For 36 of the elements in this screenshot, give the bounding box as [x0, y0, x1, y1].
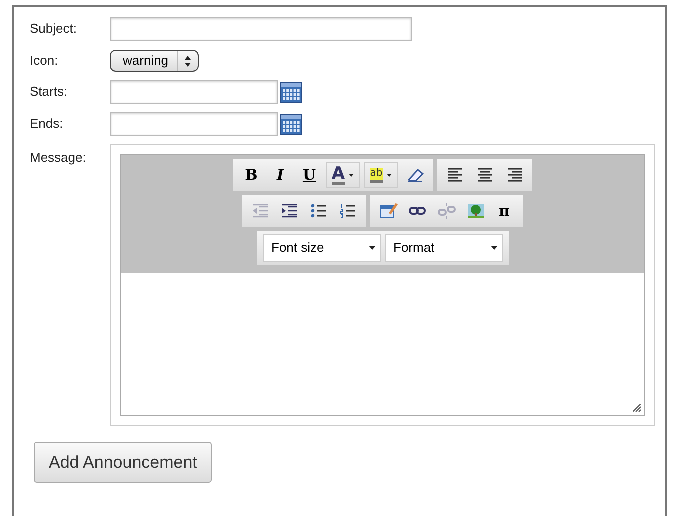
add-announcement-button[interactable]: Add Announcement	[34, 442, 212, 483]
eraser-icon	[406, 166, 424, 184]
caret-icon	[490, 246, 498, 250]
numbers-icon	[338, 202, 356, 220]
caret-icon	[368, 246, 376, 250]
date-field[interactable]	[110, 80, 278, 104]
format-dropdown[interactable]: Format	[384, 234, 502, 262]
field-label: Subject:	[30, 20, 78, 38]
bullets-icon	[310, 202, 328, 220]
bold-button[interactable]: B	[239, 162, 264, 188]
align-center-icon	[476, 166, 494, 184]
caret-icon	[349, 174, 354, 176]
date-field[interactable]	[110, 112, 278, 136]
highlight-button[interactable]: ab	[364, 162, 398, 188]
caret-icon	[386, 174, 392, 176]
symbol-button[interactable]: π	[492, 198, 517, 224]
icon-select[interactable]: warning	[110, 50, 199, 72]
image-icon	[466, 202, 484, 220]
font-size-dropdown[interactable]: Font size	[262, 234, 380, 262]
underline-button[interactable]: U	[297, 162, 322, 188]
field-label: Ends:	[30, 115, 64, 134]
field-label: Icon:	[30, 52, 60, 70]
table-icon	[380, 202, 398, 220]
indent-icon	[280, 202, 298, 220]
unlink-icon	[438, 202, 456, 220]
resize-grip-icon	[633, 404, 641, 412]
calendar-icon[interactable]	[280, 82, 302, 102]
text-field[interactable]	[110, 17, 412, 41]
field-label: Message:	[30, 149, 88, 167]
align-left-icon	[446, 166, 464, 184]
updown-icon	[184, 56, 192, 66]
outdent-icon	[252, 202, 270, 220]
text-color-button[interactable]: A	[326, 162, 360, 188]
field-label: Starts:	[30, 83, 69, 102]
calendar-icon[interactable]	[280, 114, 302, 134]
italic-button[interactable]: I	[268, 162, 293, 188]
